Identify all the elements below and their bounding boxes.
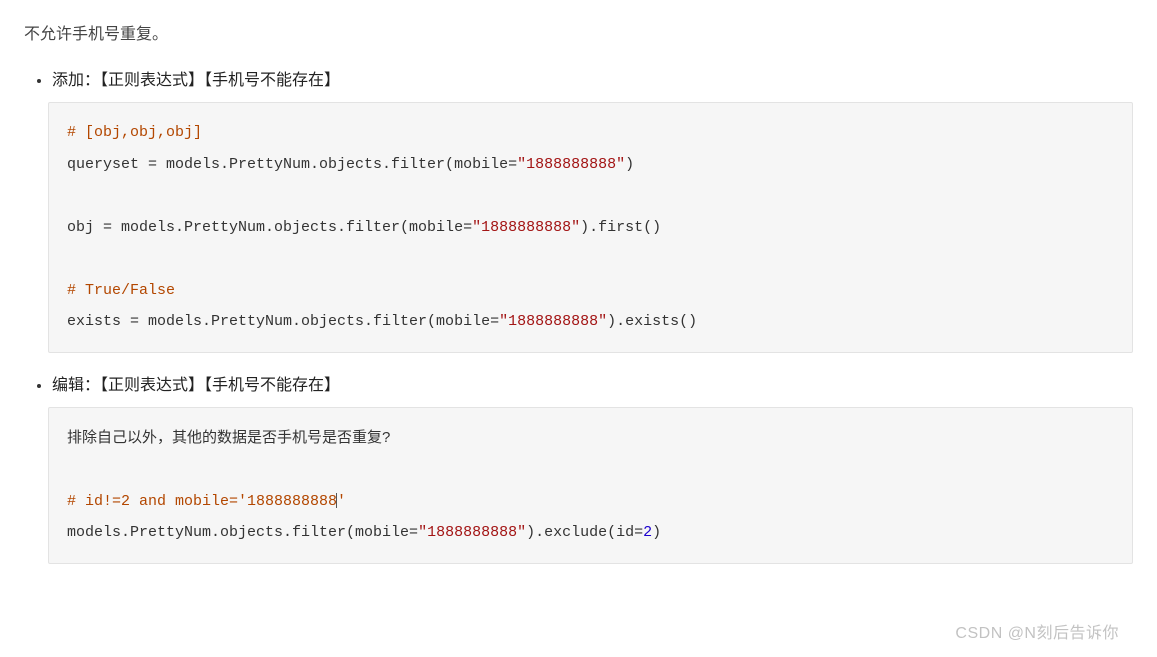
code-line: queryset = models.PrettyNum.objects.filt…: [67, 156, 517, 173]
code-string: "1888888888": [472, 219, 580, 236]
code-line: ).first(): [580, 219, 661, 236]
code-line: ): [652, 524, 661, 541]
intro-text: 不允许手机号重复。: [24, 20, 1133, 44]
bullet-list: 添加：【正则表达式】【手机号不能存在】 # [obj,obj,obj] quer…: [24, 66, 1133, 564]
code-line: obj = models.PrettyNum.objects.filter(mo…: [67, 219, 472, 236]
code-string: "1888888888": [517, 156, 625, 173]
code-string: "1888888888": [499, 313, 607, 330]
bullet-label-add: 添加：【正则表达式】【手机号不能存在】: [52, 66, 1133, 90]
code-line: ).exists(): [607, 313, 697, 330]
code-comment: # True/False: [67, 282, 175, 299]
code-comment: ': [337, 493, 346, 510]
code-comment: # id!=2 and mobile='1888888888: [67, 493, 337, 510]
code-line: ).exclude(id=: [526, 524, 643, 541]
code-block-edit: 排除自己以外，其他的数据是否手机号是否重复? # id!=2 and mobil…: [48, 407, 1133, 564]
watermark: CSDN @N刻后告诉你: [955, 619, 1119, 643]
code-comment: # [obj,obj,obj]: [67, 124, 202, 141]
code-line: ): [625, 156, 634, 173]
code-string: "1888888888": [418, 524, 526, 541]
bullet-label-edit: 编辑：【正则表达式】【手机号不能存在】: [52, 371, 1133, 395]
code-block-add: # [obj,obj,obj] queryset = models.Pretty…: [48, 102, 1133, 353]
code-line: models.PrettyNum.objects.filter(mobile=: [67, 524, 418, 541]
list-item: 编辑：【正则表达式】【手机号不能存在】 排除自己以外，其他的数据是否手机号是否重…: [52, 371, 1133, 564]
code-line: exists = models.PrettyNum.objects.filter…: [67, 313, 499, 330]
list-item: 添加：【正则表达式】【手机号不能存在】 # [obj,obj,obj] quer…: [52, 66, 1133, 353]
code-note: 排除自己以外，其他的数据是否手机号是否重复?: [67, 429, 390, 446]
code-number: 2: [643, 524, 652, 541]
